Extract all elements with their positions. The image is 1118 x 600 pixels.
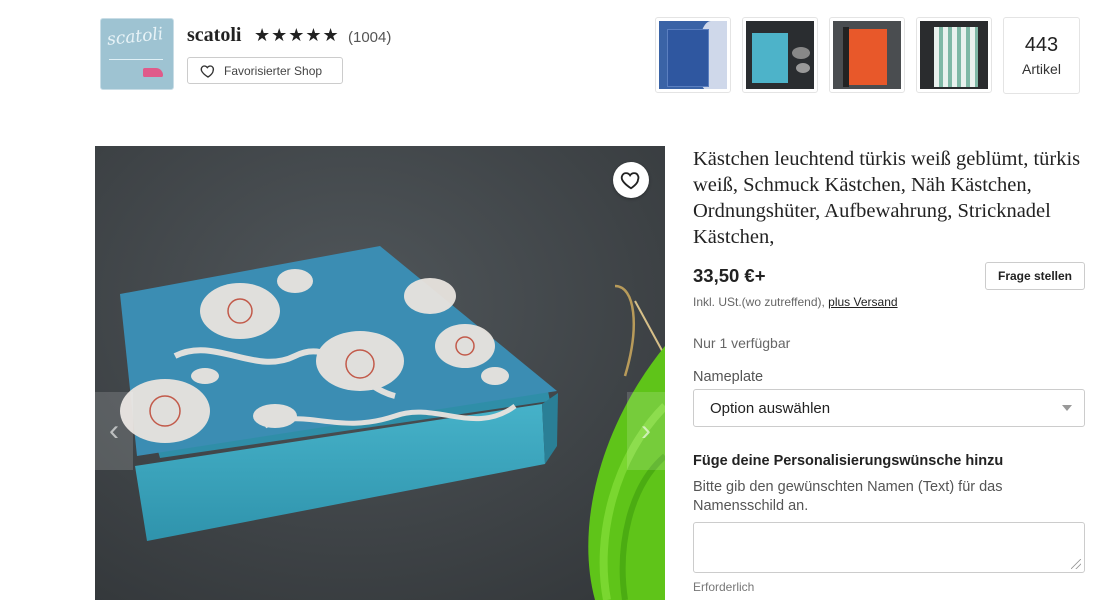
chevron-left-icon: ‹ <box>109 414 119 447</box>
nameplate-select-value: Option auswählen <box>710 399 831 417</box>
shop-logo[interactable]: scatoli <box>100 18 174 90</box>
item-count-number: 443 <box>1024 34 1059 56</box>
favorite-shop-button[interactable]: Favorisierter Shop <box>187 57 343 84</box>
nameplate-select[interactable]: Option auswählen <box>693 389 1085 427</box>
shop-logo-text: scatoli <box>106 24 165 50</box>
personalization-heading: Füge deine Personalisierungswünsche hinz… <box>693 453 1004 469</box>
chevron-right-icon: › <box>641 414 651 447</box>
favorite-item-button[interactable] <box>613 162 649 198</box>
shop-item-thumbnail[interactable] <box>829 17 905 93</box>
resize-grip-icon[interactable] <box>1071 559 1081 569</box>
nameplate-label: Nameplate <box>693 369 764 385</box>
heart-outline-icon <box>200 64 215 78</box>
shop-item-thumbnail[interactable] <box>742 17 818 93</box>
product-image <box>95 146 665 600</box>
shop-item-thumbnail[interactable] <box>916 17 992 93</box>
logo-decoration <box>109 59 163 60</box>
product-photo <box>95 146 665 600</box>
previous-image-button[interactable]: ‹ <box>95 392 133 470</box>
rating-stars: ★★★★★ <box>254 25 340 45</box>
required-label: Erforderlich <box>693 580 755 594</box>
shop-item-count[interactable]: 443 Artikel <box>1003 17 1080 94</box>
caret-down-icon <box>1062 405 1072 411</box>
item-count-label: Artikel <box>1022 61 1061 77</box>
shop-name[interactable]: scatoli <box>187 24 241 47</box>
tax-note: Inkl. USt.(wo zutreffend), plus Versand <box>693 295 898 309</box>
listing-price: 33,50 €+ <box>693 265 766 286</box>
next-image-button[interactable]: › <box>627 392 665 470</box>
availability-text: Nur 1 verfügbar <box>693 335 791 351</box>
review-count[interactable]: (1004) <box>348 29 391 46</box>
favorite-shop-label: Favorisierter Shop <box>224 63 323 78</box>
ask-question-button[interactable]: Frage stellen <box>985 262 1085 290</box>
listing-title: Kästchen leuchtend türkis weiß geblümt, … <box>693 148 1081 248</box>
heart-outline-icon <box>620 172 640 190</box>
logo-shoe-graphic <box>143 68 163 77</box>
personalization-textarea[interactable] <box>693 522 1085 573</box>
shipping-link[interactable]: plus Versand <box>828 295 897 309</box>
tax-note-text: Inkl. USt.(wo zutreffend), <box>693 295 829 309</box>
personalization-description: Bitte gib den gewünschten Namen (Text) f… <box>693 479 1003 514</box>
shop-item-thumbnail[interactable] <box>655 17 731 93</box>
